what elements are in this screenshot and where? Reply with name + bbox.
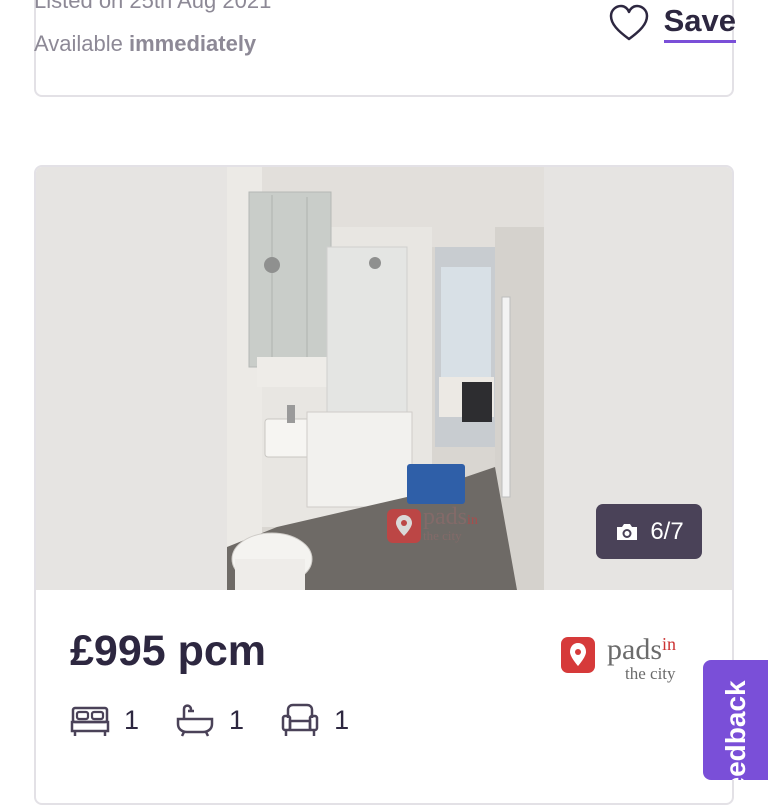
reception-count: 1 xyxy=(334,704,350,735)
listing-price: £995 pcm xyxy=(70,627,267,675)
agent-in: in xyxy=(662,634,677,654)
agent-logo[interactable]: padsin the city xyxy=(559,633,699,683)
availability-label: Available xyxy=(34,31,129,56)
availability-value: immediately xyxy=(129,31,257,56)
feedback-tab[interactable]: Feedback xyxy=(703,660,768,780)
listing-card[interactable]: padsin the city 6/7 £995 pcm padsin the … xyxy=(34,165,734,805)
photo-watermark: padsin the city xyxy=(385,505,478,547)
armchair-icon xyxy=(281,703,319,736)
photo-count-label: 6/7 xyxy=(650,517,684,545)
availability: Available immediately xyxy=(34,31,256,57)
photo-counter[interactable]: 6/7 xyxy=(596,504,702,559)
property-features: 1 1 1 xyxy=(70,702,385,738)
photo-gallery[interactable]: padsin the city 6/7 xyxy=(36,167,732,590)
watermark-city: the city xyxy=(423,528,462,543)
camera-icon xyxy=(617,523,638,540)
bathrooms: 1 xyxy=(175,702,244,738)
agent-brand: pads xyxy=(607,633,662,666)
bathroom-count: 1 xyxy=(229,704,245,735)
heart-icon xyxy=(609,4,648,41)
listing-photo[interactable]: padsin the city xyxy=(227,167,544,590)
watermark-brand: pads xyxy=(423,504,467,530)
save-button[interactable]: Save xyxy=(608,3,736,43)
save-label: Save xyxy=(663,3,736,43)
listed-date: Listed on 25th Aug 2021 xyxy=(34,0,272,13)
agent-city: the city xyxy=(625,664,676,683)
bedrooms: 1 xyxy=(70,702,139,738)
bedroom-count: 1 xyxy=(124,704,140,735)
bath-icon xyxy=(176,704,214,737)
feedback-label: Feedback xyxy=(719,680,751,780)
reception-rooms: 1 xyxy=(280,702,349,738)
watermark-in: in xyxy=(467,513,478,528)
map-pin-icon xyxy=(387,509,421,543)
bed-icon xyxy=(70,706,110,736)
